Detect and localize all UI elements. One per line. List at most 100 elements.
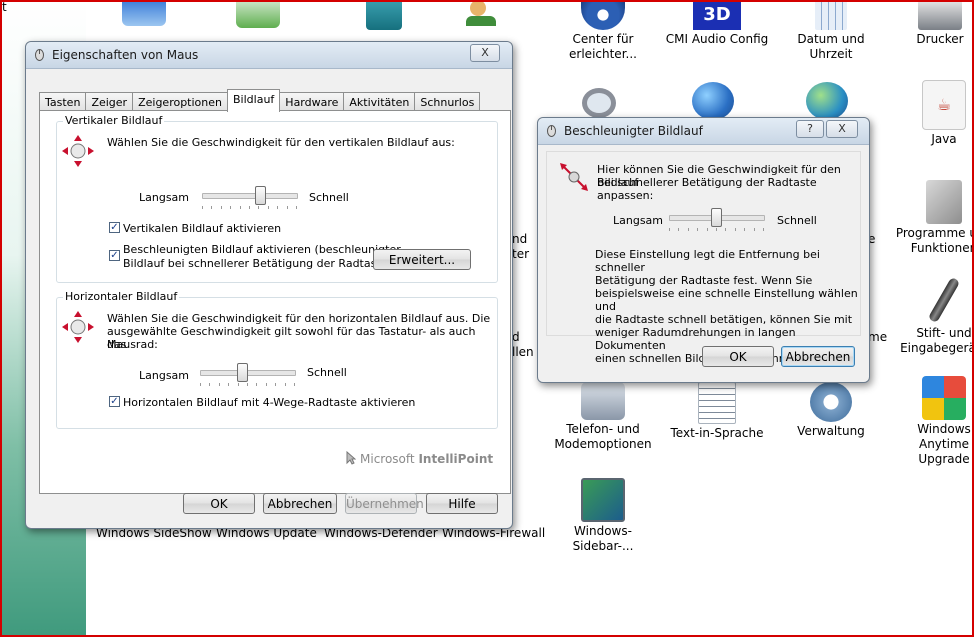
slider-tick xyxy=(284,383,286,386)
slider-tick xyxy=(294,383,295,386)
slider-tick xyxy=(753,228,755,231)
text-speech-icon xyxy=(698,382,736,424)
cp-partial-label[interactable]: llen xyxy=(512,345,534,359)
windows-logo-icon xyxy=(922,376,966,420)
advanced-button[interactable]: Erweitert... xyxy=(373,249,471,270)
java-icon: ☕ xyxy=(922,80,966,130)
tab-bildlauf[interactable]: Bildlauf xyxy=(227,89,281,112)
accelerated-scroll-label-1: Beschleunigten Bildlauf aktivieren (besc… xyxy=(123,243,401,256)
slider-tick xyxy=(209,383,211,386)
slider-tick xyxy=(211,206,213,209)
slider-tick xyxy=(258,206,260,209)
scroll-arrows-icon xyxy=(560,163,588,191)
tab-hardware[interactable]: Hardware xyxy=(279,92,345,111)
cp-item-java[interactable]: ☕ Java xyxy=(892,80,974,147)
horizontal-description-1: Wählen Sie die Geschwindigkeit für den h… xyxy=(107,312,491,325)
group-title: Horizontaler Bildlauf xyxy=(63,290,180,303)
cp-item-accessibility[interactable]: Center für erleichter... xyxy=(548,0,658,62)
accel-speed-slider[interactable] xyxy=(711,208,722,227)
cp-item-label: CMI Audio Config xyxy=(665,32,769,46)
horizontal-scroll-checkbox[interactable]: ✓ xyxy=(109,396,120,407)
slider-tick xyxy=(669,228,670,231)
globe-icon[interactable] xyxy=(692,82,734,120)
cp-partial-label[interactable]: d xyxy=(512,330,520,344)
slider-tick xyxy=(706,228,708,231)
slow-label: Langsam xyxy=(139,369,190,382)
vertical-scroll-checkbox[interactable]: ✓ xyxy=(109,222,120,233)
cp-item-anytime-upgrade[interactable]: Windows Anytime Upgrade xyxy=(892,376,974,467)
slider-tick xyxy=(678,228,680,231)
cp-item-sidebar[interactable]: Windows-Sidebar-... xyxy=(548,478,658,554)
cancel-button[interactable]: Abbrechen xyxy=(263,493,337,514)
title-bar[interactable]: Eigenschaften von Maus X xyxy=(26,42,512,69)
cp-item-phone-modem[interactable]: Telefon- und Modemoptionen xyxy=(548,382,658,452)
cp-item-label: Stift- und Eingabegeräte xyxy=(900,326,974,355)
cp-item-programs[interactable]: Programme und Funktionen xyxy=(892,180,974,256)
close-icon: X xyxy=(838,122,846,135)
cp-item-label: Windows-Sidebar-... xyxy=(572,524,634,553)
fast-label: Schnell xyxy=(309,191,349,204)
horizontal-ticks xyxy=(200,383,296,386)
slider-tick xyxy=(265,383,267,386)
ok-button[interactable]: OK xyxy=(702,346,774,367)
slider-tick xyxy=(247,383,248,386)
phone-icon xyxy=(581,382,625,420)
network-globe-icon[interactable] xyxy=(806,82,848,120)
slider-tick xyxy=(200,383,201,386)
cp-item-datetime[interactable]: Datum und Uhrzeit xyxy=(776,0,886,62)
slider-tick xyxy=(277,206,279,209)
close-button[interactable]: X xyxy=(470,44,500,62)
cp-item-pen[interactable]: Stift- und Eingabegeräte xyxy=(892,276,974,356)
brand-name: IntelliPoint xyxy=(418,452,494,466)
cp-partial-label[interactable]: nd xyxy=(512,232,527,246)
tab-schnurlos[interactable]: Schnurlos xyxy=(414,92,481,111)
ok-button[interactable]: OK xyxy=(183,493,255,514)
cp-item-cmi-audio[interactable]: 3D CMI Audio Config xyxy=(662,0,772,47)
tab-zeigeroptionen[interactable]: Zeigeroptionen xyxy=(132,92,228,111)
slider-tick xyxy=(239,206,241,209)
tab-zeiger[interactable]: Zeiger xyxy=(85,92,134,111)
apply-button[interactable]: Übernehmen xyxy=(345,493,424,514)
cp-hidden-icon-3[interactable] xyxy=(366,0,402,30)
slider-tick xyxy=(228,383,230,386)
vertical-scroll-label: Vertikalen Bildlauf aktivieren xyxy=(123,222,282,235)
intellipoint-brand: Microsoft IntelliPoint xyxy=(346,450,494,466)
cp-item-admin-tools[interactable]: Verwaltung xyxy=(776,382,886,439)
desc-line: die Radtaste schnell betätigen, können S… xyxy=(595,313,853,326)
help-button[interactable]: Hilfe xyxy=(426,493,498,514)
sidebar-icon xyxy=(581,478,625,522)
cp-hidden-icon-4[interactable] xyxy=(466,0,506,28)
vertical-scroll-icon xyxy=(62,135,94,167)
cp-item-label: Telefon- und Modemoptionen xyxy=(554,422,652,451)
cp-item-label: Text-in-Sprache xyxy=(670,426,764,440)
horizontal-description-2: ausgewählte Geschwindigkeit gilt sowohl … xyxy=(107,325,476,351)
close-button[interactable]: X xyxy=(826,120,858,138)
title-bar[interactable]: Beschleunigter Bildlauf ? X xyxy=(538,118,869,145)
magnifier-icon[interactable] xyxy=(582,88,616,118)
slider-tick xyxy=(256,383,258,386)
slow-label: Langsam xyxy=(613,214,664,227)
vertical-speed-slider[interactable] xyxy=(255,186,267,205)
cp-partial-label[interactable]: ter xyxy=(512,247,529,261)
fast-label: Schnell xyxy=(777,214,817,227)
cp-partial-label[interactable]: me xyxy=(868,330,887,344)
cp-hidden-icon-1[interactable] xyxy=(122,0,166,26)
cancel-button[interactable]: Abbrechen xyxy=(781,346,855,367)
cp-hidden-icon-2[interactable] xyxy=(236,0,280,28)
audio-3d-icon: 3D xyxy=(693,0,741,30)
slider-tick xyxy=(744,228,746,231)
tab-tasten[interactable]: Tasten xyxy=(39,92,87,111)
slow-label: Langsam xyxy=(139,191,190,204)
slider-tick xyxy=(218,383,220,386)
accelerated-scroll-checkbox[interactable]: ✓ xyxy=(109,250,120,261)
cp-item-printer[interactable]: Drucker xyxy=(890,0,974,47)
dialog-title: Eigenschaften von Maus xyxy=(52,48,199,62)
horizontal-speed-slider[interactable] xyxy=(237,363,249,382)
desc-line: Diese Einstellung legt die Entfernung be… xyxy=(595,248,820,274)
cp-item-text-speech[interactable]: Text-in-Sprache xyxy=(662,382,772,441)
tab-aktivitaeten[interactable]: Aktivitäten xyxy=(343,92,416,111)
calendar-icon xyxy=(815,0,847,30)
cp-item-label: Verwaltung xyxy=(797,424,865,438)
slider-tick xyxy=(202,206,203,209)
help-title-button[interactable]: ? xyxy=(796,120,824,138)
